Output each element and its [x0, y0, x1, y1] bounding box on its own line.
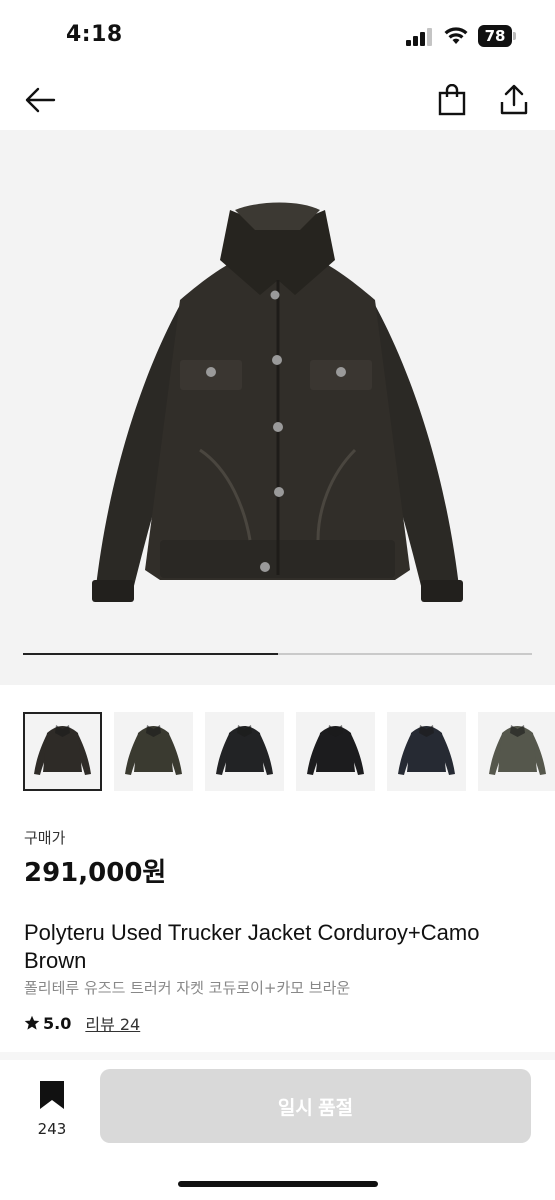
- product-title: Polyteru Used Trucker Jacket Corduroy+Ca…: [24, 920, 480, 973]
- divider: [0, 1052, 555, 1060]
- back-button[interactable]: [20, 80, 60, 120]
- product-thumbnail[interactable]: [114, 712, 193, 791]
- shopping-bag-icon: [438, 84, 466, 116]
- bookmark-icon: [40, 1081, 64, 1109]
- home-indicator: [178, 1181, 378, 1187]
- battery-icon: 78: [478, 25, 516, 47]
- thumbnail-jacket-image: [125, 725, 182, 775]
- product-thumbnail[interactable]: [205, 712, 284, 791]
- rating-row: 5.0 리뷰 24: [24, 1012, 140, 1034]
- thumbnail-jacket-image: [307, 725, 364, 775]
- product-title-korean: 폴리테루 유즈드 트러커 자켓 코듀로이+카모 브라운: [24, 979, 351, 997]
- thumbnail-jacket-image: [216, 725, 273, 775]
- status-bar: 4:18 78: [0, 0, 555, 70]
- thumbnail-strip: [23, 711, 555, 793]
- price-label: 구매가: [24, 829, 66, 847]
- battery-level: 78: [478, 25, 512, 47]
- product-thumbnail[interactable]: [478, 712, 555, 791]
- bookmark-count: 243: [37, 1120, 67, 1138]
- gallery-progress: [23, 653, 532, 655]
- nav-bar: [0, 70, 555, 130]
- gallery-progress-fill: [23, 653, 278, 655]
- star-icon: [24, 1015, 40, 1030]
- share-icon: [500, 84, 528, 115]
- arrow-left-icon: [25, 87, 56, 113]
- shopping-bag-button[interactable]: [432, 80, 472, 120]
- review-link[interactable]: 리뷰 24: [85, 1011, 140, 1035]
- product-jacket-image: [92, 202, 463, 602]
- price: 291,000원: [24, 858, 167, 888]
- product-thumbnail[interactable]: [296, 712, 375, 791]
- bookmark-button[interactable]: 243: [26, 1078, 78, 1138]
- share-button[interactable]: [494, 80, 534, 120]
- thumbnail-jacket-image: [398, 725, 455, 775]
- product-thumbnail[interactable]: [23, 712, 102, 791]
- sold-out-button[interactable]: 일시 품절: [100, 1069, 531, 1143]
- product-image-gallery[interactable]: [0, 130, 555, 685]
- product-thumbnail[interactable]: [387, 712, 466, 791]
- bottom-action-bar: 243 일시 품절: [0, 1060, 555, 1200]
- signal-icon: [406, 28, 434, 46]
- thumbnail-jacket-image: [34, 725, 91, 775]
- status-time: 4:18: [66, 22, 123, 47]
- thumbnail-jacket-image: [489, 725, 546, 775]
- wifi-icon: [443, 25, 469, 45]
- rating-value: 5.0: [43, 1013, 72, 1033]
